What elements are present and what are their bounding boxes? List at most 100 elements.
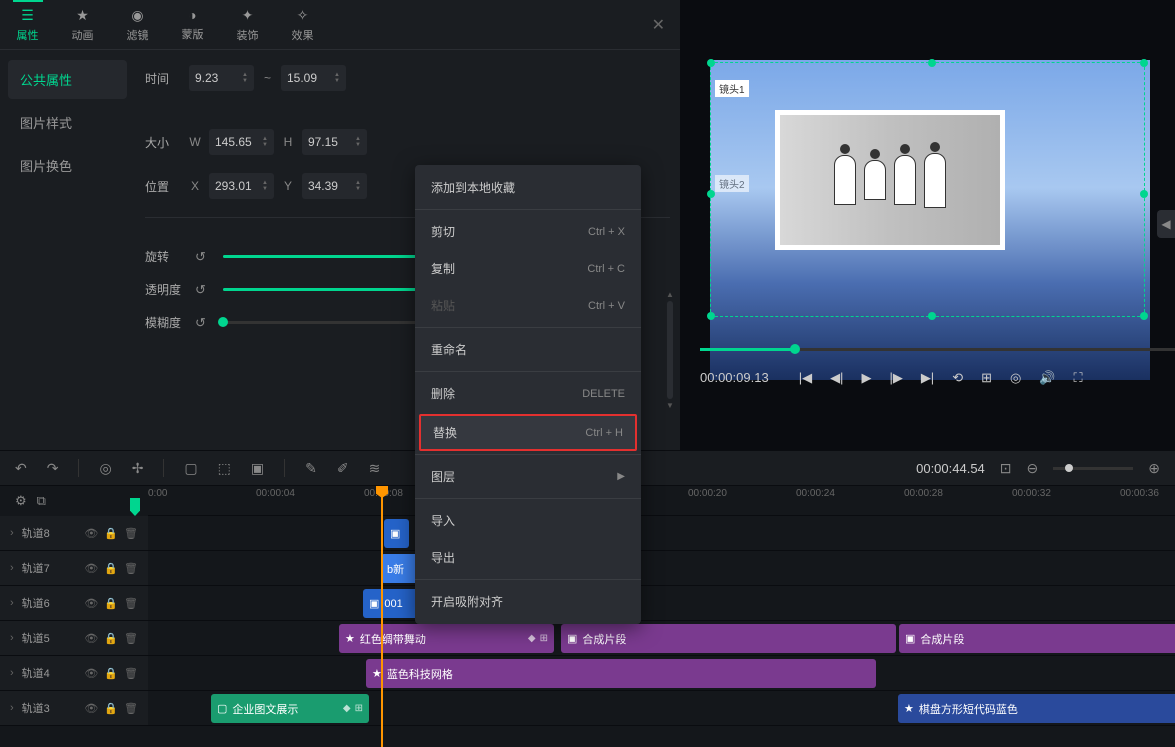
tab-properties[interactable]: ☰属性 — [0, 0, 55, 50]
fx-icon[interactable]: ⊞ — [540, 633, 548, 644]
chevron-right-icon[interactable]: › — [10, 597, 14, 609]
progress-slider[interactable] — [700, 348, 1175, 351]
pos-x-input[interactable]: ▲▼ — [209, 173, 274, 199]
split-icon[interactable]: ▢ — [184, 460, 197, 477]
tab-effect[interactable]: ✧效果 — [275, 0, 330, 50]
reset-icon[interactable]: ↺ — [195, 249, 215, 265]
write-icon[interactable]: ✐ — [337, 460, 349, 477]
timeline-clip[interactable]: ▣合成片段 — [899, 624, 1175, 653]
trash-icon[interactable]: 🗑 — [124, 667, 138, 680]
step-back-icon[interactable]: ◀| — [830, 370, 843, 386]
trash-icon[interactable]: 🗑 — [124, 597, 138, 610]
time-end-input[interactable]: ▲▼ — [281, 65, 346, 91]
locate-icon[interactable]: ✢ — [132, 460, 144, 477]
side-tab-recolor[interactable]: 图片换色 — [8, 146, 127, 185]
duplicate-icon[interactable]: ▣ — [251, 460, 264, 477]
time-start-input[interactable]: ▲▼ — [189, 65, 254, 91]
height-input[interactable]: ▲▼ — [302, 129, 367, 155]
snapshot-icon[interactable]: ◎ — [1010, 370, 1021, 386]
chevron-right-icon[interactable]: › — [10, 667, 14, 679]
track-header[interactable]: ›轨道7👁🔒🗑 — [0, 551, 148, 585]
menu-item[interactable]: 替换Ctrl + H — [419, 414, 637, 451]
track-header[interactable]: ›轨道8👁🔒🗑 — [0, 516, 148, 550]
menu-item[interactable]: 导入 — [415, 502, 641, 539]
track-header[interactable]: ›轨道4👁🔒🗑 — [0, 656, 148, 690]
reset-icon[interactable]: ↺ — [195, 315, 215, 331]
grid-icon[interactable]: ⊞ — [981, 370, 992, 386]
lock-icon[interactable]: 🔒 — [104, 562, 118, 575]
menu-item[interactable]: 剪切Ctrl + X — [415, 213, 641, 250]
menu-item[interactable]: 添加到本地收藏 — [415, 169, 641, 206]
layers-icon[interactable]: ≋ — [369, 460, 381, 477]
trash-icon[interactable]: 🗑 — [124, 702, 138, 715]
track-body[interactable]: ▣001◆⊞ — [148, 586, 1175, 620]
step-fwd-icon[interactable]: |▶ — [889, 370, 902, 386]
timeline-clip[interactable]: ★蓝色科技网格 — [366, 659, 876, 688]
tab-filter[interactable]: ◉滤镜 — [110, 0, 165, 50]
eye-icon[interactable]: 👁 — [84, 702, 98, 715]
track-body[interactable]: ★红色绸带舞动◆⊞▣合成片段▣合成片段 — [148, 621, 1175, 655]
lock-icon[interactable]: 🔒 — [104, 702, 118, 715]
volume-icon[interactable]: 🔊 — [1039, 370, 1055, 386]
track-header[interactable]: ›轨道6👁🔒🗑 — [0, 586, 148, 620]
zoom-slider[interactable] — [1053, 467, 1133, 470]
redo-icon[interactable]: ↷ — [47, 460, 59, 477]
zoom-out-icon[interactable]: ⊖ — [1027, 460, 1039, 477]
prev-icon[interactable]: |◀ — [799, 370, 812, 386]
reset-icon[interactable]: ↺ — [195, 282, 215, 298]
pos-y-input[interactable]: ▲▼ — [302, 173, 367, 199]
track-body[interactable]: ★蓝色科技网格 — [148, 656, 1175, 690]
lock-icon[interactable]: 🔒 — [104, 632, 118, 645]
width-input[interactable]: ▲▼ — [209, 129, 274, 155]
trash-icon[interactable]: 🗑 — [124, 632, 138, 645]
track-body[interactable]: ▣ — [148, 516, 1175, 550]
loop-icon[interactable]: ⟲ — [952, 370, 963, 386]
playhead[interactable] — [381, 486, 383, 747]
time-ruler[interactable]: 0:0000:00:0400:00:0800:00:1200:00:1600:0… — [148, 486, 1175, 516]
chevron-right-icon[interactable]: › — [10, 562, 14, 574]
edit-icon[interactable]: ✎ — [305, 460, 317, 477]
scrollbar[interactable]: ▲▼ — [666, 290, 674, 410]
menu-item[interactable]: 开启吸附对齐 — [415, 583, 641, 620]
eye-icon[interactable]: 👁 — [84, 632, 98, 645]
start-marker[interactable] — [130, 498, 140, 516]
trash-icon[interactable]: 🗑 — [124, 527, 138, 540]
tab-animation[interactable]: ★动画 — [55, 0, 110, 50]
fx-icon[interactable]: ⊞ — [355, 703, 363, 714]
keyframe-icon[interactable]: ◆ — [528, 633, 536, 644]
timeline-clip[interactable]: ★棋盘方形短代码蓝色 — [898, 694, 1175, 723]
next-icon[interactable]: ▶| — [921, 370, 934, 386]
track-header[interactable]: ›轨道3👁🔒🗑 — [0, 691, 148, 725]
side-tab-common[interactable]: 公共属性 — [8, 60, 127, 99]
down-icon[interactable]: ▼ — [334, 78, 340, 84]
track-body[interactable]: ▢企业图文展示◆⊞★棋盘方形短代码蓝色 — [148, 691, 1175, 725]
tab-decor[interactable]: ✦装饰 — [220, 0, 275, 50]
selection-box[interactable] — [710, 62, 1145, 317]
target-icon[interactable]: ◎ — [99, 460, 111, 477]
track-header[interactable]: ›轨道5👁🔒🗑 — [0, 621, 148, 655]
crop-icon[interactable]: ⬚ — [218, 460, 231, 477]
lock-icon[interactable]: 🔒 — [104, 597, 118, 610]
eye-icon[interactable]: 👁 — [84, 562, 98, 575]
menu-item[interactable]: 图层▶ — [415, 458, 641, 495]
eye-icon[interactable]: 👁 — [84, 527, 98, 540]
eye-icon[interactable]: 👁 — [84, 667, 98, 680]
timeline-clip[interactable]: ★红色绸带舞动◆⊞ — [339, 624, 554, 653]
chevron-right-icon[interactable]: › — [10, 702, 14, 714]
fullscreen-icon[interactable]: ⛶ — [1074, 370, 1083, 386]
side-tab-image-style[interactable]: 图片样式 — [8, 103, 127, 142]
undo-icon[interactable]: ↶ — [15, 460, 27, 477]
lock-icon[interactable]: 🔒 — [104, 667, 118, 680]
menu-item[interactable]: 复制Ctrl + C — [415, 250, 641, 287]
track-body[interactable]: b新 — [148, 551, 1175, 585]
chevron-right-icon[interactable]: › — [10, 632, 14, 644]
timeline-clip[interactable]: ▣合成片段 — [561, 624, 896, 653]
chevron-right-icon[interactable]: › — [10, 527, 14, 539]
timeline-clip[interactable]: ▣ — [384, 519, 409, 548]
down-icon[interactable]: ▼ — [242, 78, 248, 84]
fit-icon[interactable]: ⊡ — [1000, 460, 1012, 477]
tab-mask[interactable]: ◑蒙版 — [165, 0, 220, 50]
zoom-in-icon[interactable]: ⊕ — [1148, 460, 1160, 477]
trash-icon[interactable]: 🗑 — [124, 562, 138, 575]
menu-item[interactable]: 删除DELETE — [415, 375, 641, 412]
